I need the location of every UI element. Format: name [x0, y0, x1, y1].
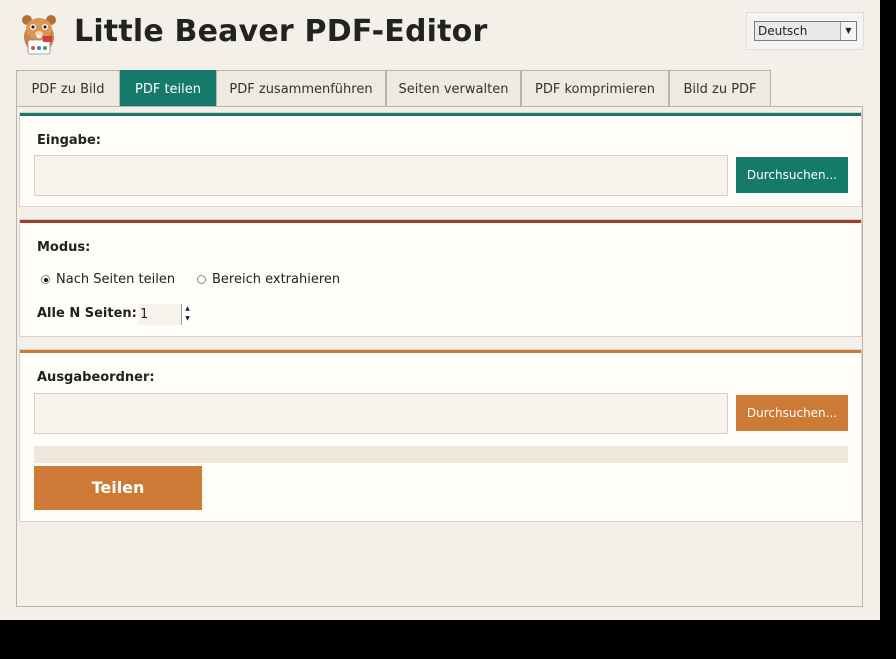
tab-compress-pdf[interactable]: PDF komprimieren	[521, 70, 669, 107]
mode-section: Modus: Nach Seiten teilen Bereich extrah…	[19, 219, 862, 337]
split-pdf-panel: Eingabe: Durchsuchen... Modus: Nach Seit…	[16, 106, 863, 607]
radio-extract-range[interactable]: Bereich extrahieren	[197, 272, 340, 287]
input-section: Eingabe: Durchsuchen...	[19, 112, 862, 207]
stepper-buttons: ▲ ▼	[181, 304, 193, 325]
tab-split-pdf[interactable]: PDF teilen	[120, 70, 216, 107]
beaver-icon	[22, 15, 56, 55]
progress-bar	[34, 446, 848, 463]
output-path-field[interactable]	[34, 393, 728, 434]
tab-pdf-to-image[interactable]: PDF zu Bild	[16, 70, 120, 107]
app-window: Little Beaver PDF-Editor Deutsch ▼ PDF z…	[0, 0, 880, 620]
mode-label: Modus:	[37, 240, 91, 255]
tab-image-to-pdf[interactable]: Bild zu PDF	[669, 70, 771, 107]
tab-merge-pdf[interactable]: PDF zusammenführen	[216, 70, 386, 107]
output-section-accent	[20, 350, 861, 353]
radio-selected-indicator[interactable]	[41, 275, 50, 284]
input-path-field[interactable]	[34, 155, 728, 196]
every-n-pages-value: 1	[140, 307, 149, 322]
input-section-accent	[20, 113, 861, 116]
output-section: Ausgabeordner: Durchsuchen... Teilen	[19, 349, 862, 522]
radio-extract-range-label: Bereich extrahieren	[212, 272, 341, 287]
every-n-pages-stepper[interactable]: 1 ▲ ▼	[138, 304, 193, 325]
output-browse-button[interactable]: Durchsuchen...	[736, 395, 848, 431]
tab-manage-pages[interactable]: Seiten verwalten	[386, 70, 521, 107]
every-n-pages-label: Alle N Seiten:	[37, 306, 137, 321]
mode-section-accent	[20, 220, 861, 223]
radio-unselected-indicator[interactable]	[197, 275, 206, 284]
language-selected: Deutsch	[758, 24, 808, 38]
app-title: Little Beaver PDF-Editor	[74, 14, 488, 49]
chevron-down-icon[interactable]: ▼	[840, 22, 856, 40]
output-label: Ausgabeordner:	[37, 370, 155, 385]
radio-split-by-pages[interactable]: Nach Seiten teilen	[41, 272, 175, 287]
language-panel: Deutsch ▼	[746, 12, 864, 50]
input-browse-button[interactable]: Durchsuchen...	[736, 157, 848, 193]
split-button[interactable]: Teilen	[34, 466, 202, 510]
input-label: Eingabe:	[37, 133, 101, 148]
stepper-down-icon[interactable]: ▼	[182, 314, 193, 324]
language-select[interactable]: Deutsch ▼	[754, 21, 857, 41]
radio-split-by-pages-label: Nach Seiten teilen	[56, 272, 176, 287]
stepper-up-icon[interactable]: ▲	[182, 304, 193, 314]
